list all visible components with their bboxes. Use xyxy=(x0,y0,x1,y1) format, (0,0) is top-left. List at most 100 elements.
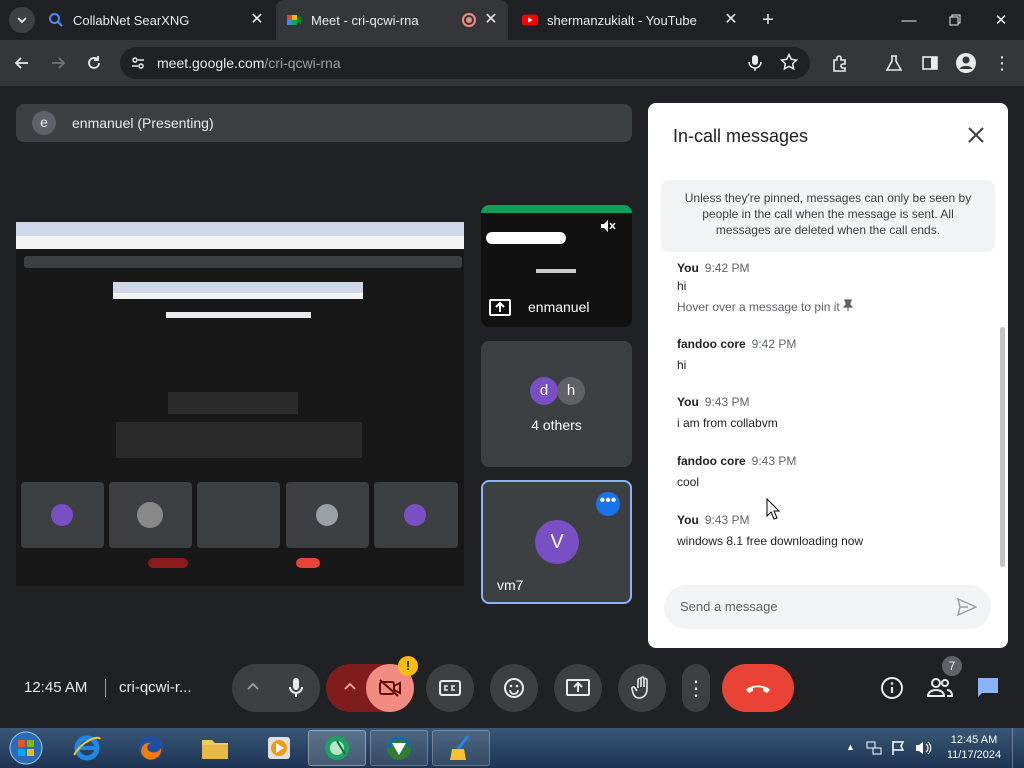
avatar: V xyxy=(535,520,579,564)
presenter-tile[interactable]: enmanuel xyxy=(481,205,632,327)
meeting-details-icon[interactable] xyxy=(880,676,904,705)
muted-icon xyxy=(598,217,616,235)
network-icon[interactable] xyxy=(866,740,882,761)
taskbar-media-player[interactable] xyxy=(250,730,308,766)
message-time: 9:42 PM xyxy=(751,337,797,351)
restore-icon[interactable] xyxy=(932,0,978,40)
close-tab-icon[interactable]: ✕ xyxy=(248,11,266,29)
avatar: h xyxy=(557,377,585,405)
chat-panel: In-call messages Unless they're pinned, … xyxy=(648,103,1008,648)
tile-video-banner xyxy=(486,232,566,244)
site-info-icon[interactable] xyxy=(130,55,146,76)
message-sender: fandoo core xyxy=(677,454,746,468)
microphone-icon[interactable] xyxy=(748,54,762,77)
address-bar[interactable]: meet.google.com/cri-qcwi-rna xyxy=(120,47,810,79)
tab-youtube[interactable]: shermanzukialt - YouTube ✕ xyxy=(516,0,748,40)
pin-hint: Hover over a message to pin it xyxy=(677,299,854,314)
close-tab-icon[interactable]: ✕ xyxy=(722,11,740,29)
browser-menu-icon[interactable]: ⋮ xyxy=(990,51,1014,75)
message-text[interactable]: cool xyxy=(677,475,699,489)
reactions-button[interactable] xyxy=(490,664,538,712)
side-panel-icon[interactable] xyxy=(918,51,942,75)
show-desktop-button[interactable] xyxy=(1012,728,1024,768)
send-icon[interactable] xyxy=(956,597,978,621)
bookmark-star-icon[interactable] xyxy=(779,52,799,76)
back-arrow-icon[interactable] xyxy=(10,51,34,75)
chevron-up-icon[interactable] xyxy=(343,680,357,699)
message-header: fandoo core 9:43 PM xyxy=(677,454,796,468)
new-tab-button[interactable]: + xyxy=(756,0,780,40)
more-options-icon[interactable]: ••• xyxy=(596,492,620,516)
close-window-icon[interactable]: ✕ xyxy=(978,0,1024,40)
show-hidden-icons[interactable]: ▲ xyxy=(846,742,855,752)
youtube-icon xyxy=(522,12,538,28)
avatar: d xyxy=(530,377,558,405)
browser-tab-bar: CollabNet SearXNG ✕ Meet - cri-qcwi-rna … xyxy=(0,0,1024,40)
taskbar-chrome-active[interactable] xyxy=(308,730,366,766)
leave-call-button[interactable] xyxy=(722,664,794,712)
start-button[interactable] xyxy=(6,730,46,766)
volume-icon[interactable] xyxy=(914,740,932,761)
taskbar-explorer[interactable] xyxy=(186,730,244,766)
microphone-button[interactable] xyxy=(272,664,320,712)
message-text[interactable]: i am from collabvm xyxy=(677,416,778,430)
action-center-flag-icon[interactable] xyxy=(890,740,906,761)
forward-arrow-icon[interactable] xyxy=(46,51,70,75)
os-taskbar: ▲ 12:45 AM 11/17/2024 xyxy=(0,728,1024,768)
message-text[interactable]: windows 8.1 free downloading now xyxy=(677,534,863,548)
pin-icon[interactable] xyxy=(842,299,854,314)
presenting-label: enmanuel (Presenting) xyxy=(72,115,214,131)
chevron-up-icon[interactable] xyxy=(246,680,260,699)
shared-screen[interactable] xyxy=(16,222,464,586)
chat-icon xyxy=(978,678,998,697)
url-path: /cri-qcwi-rna xyxy=(264,55,341,71)
emoji-icon xyxy=(504,678,524,698)
people-icon xyxy=(926,678,954,697)
present-button[interactable] xyxy=(554,664,602,712)
tab-meet[interactable]: Meet - cri-qcwi-rna ✕ xyxy=(276,0,508,40)
broom-icon xyxy=(450,735,470,760)
recording-icon xyxy=(462,13,476,27)
minimize-icon[interactable]: — xyxy=(886,0,932,40)
tab-search-button[interactable] xyxy=(0,0,44,40)
shared-screen-tabbar xyxy=(16,222,464,236)
more-options-button[interactable]: ⋮ xyxy=(682,664,710,712)
tab-title: Meet - cri-qcwi-rna xyxy=(311,12,419,28)
nested-tiles xyxy=(168,392,298,414)
reload-icon[interactable] xyxy=(82,51,106,75)
message-text[interactable]: hi xyxy=(677,279,686,293)
more-vert-icon: ⋮ xyxy=(686,677,706,700)
people-button[interactable]: 7 xyxy=(926,656,962,703)
presenting-banner: e enmanuel (Presenting) xyxy=(16,104,632,142)
taskbar-download-manager[interactable] xyxy=(370,730,428,766)
url-domain: meet.google.com xyxy=(157,55,265,71)
chat-button[interactable] xyxy=(976,676,1000,705)
system-clock[interactable]: 12:45 AM 11/17/2024 xyxy=(944,733,1004,763)
message-input[interactable]: Send a message xyxy=(664,585,991,629)
taskbar-cleaner[interactable] xyxy=(432,730,490,766)
extensions-icon[interactable] xyxy=(828,51,852,75)
taskbar-firefox[interactable] xyxy=(122,730,180,766)
nested-screen-omnibox xyxy=(113,293,363,299)
download-manager-icon xyxy=(387,736,411,760)
raise-hand-button[interactable] xyxy=(618,664,666,712)
labs-flask-icon[interactable] xyxy=(882,51,906,75)
close-icon[interactable] xyxy=(966,125,986,145)
chat-scrollbar[interactable] xyxy=(1000,327,1005,567)
profile-avatar-icon[interactable] xyxy=(954,51,978,75)
screen-tile xyxy=(286,482,369,548)
message-text[interactable]: hi xyxy=(677,358,686,372)
message-header: fandoo core 9:42 PM xyxy=(677,337,796,351)
others-tile[interactable]: d h 4 others xyxy=(481,341,632,467)
tab-searxng[interactable]: CollabNet SearXNG ✕ xyxy=(44,0,274,40)
screen-tile xyxy=(109,482,192,548)
screen-tile xyxy=(197,482,280,548)
taskbar-internet-explorer[interactable] xyxy=(58,730,116,766)
divider xyxy=(105,679,106,697)
browser-app-icon xyxy=(325,736,349,760)
captions-button[interactable] xyxy=(426,664,474,712)
close-tab-icon[interactable]: ✕ xyxy=(482,11,500,29)
firefox-icon xyxy=(139,736,163,760)
url-text: meet.google.com/cri-qcwi-rna xyxy=(157,55,341,71)
self-tile[interactable]: ••• V vm7 xyxy=(481,480,632,604)
